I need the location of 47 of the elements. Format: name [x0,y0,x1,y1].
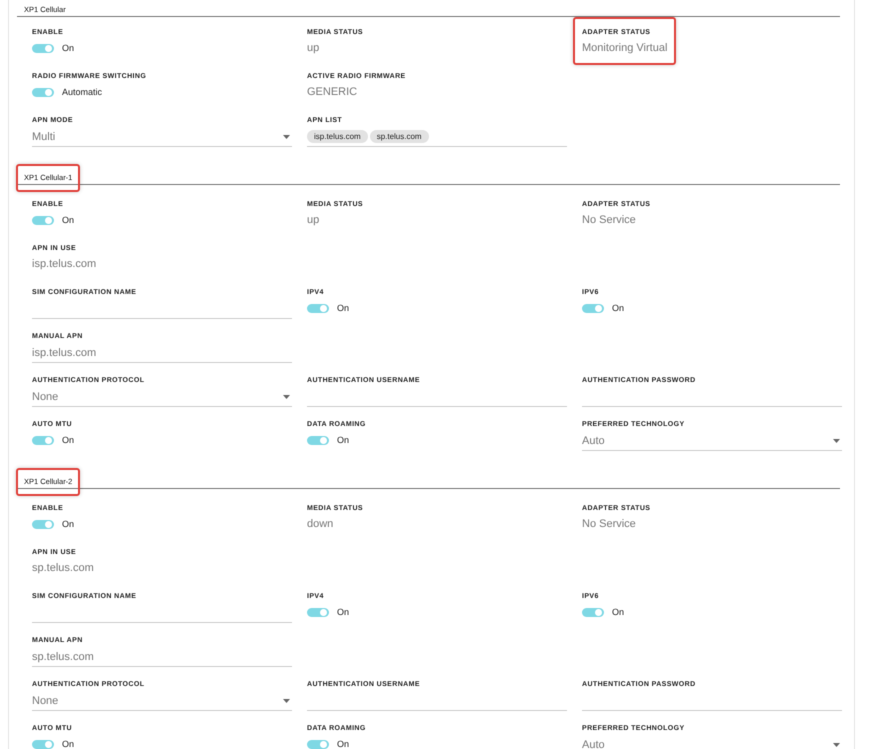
toggle-label: On [62,739,74,749]
toggle-switch[interactable] [32,44,54,52]
toggle-label: On [337,607,350,617]
status-value: sp.telus.com [32,562,95,574]
status-value: down [307,518,334,530]
caret-icon [833,438,840,442]
toggle-switch[interactable] [307,608,329,616]
apn-chip[interactable]: sp.telus.com [370,130,429,143]
toggle-label: On [62,519,74,529]
toggle-switch[interactable] [32,740,54,748]
toggle-switch[interactable] [582,608,604,616]
toggle-label: On [337,739,350,749]
select-field[interactable]: None [32,691,292,711]
status-value: up [307,42,320,54]
caret-icon [283,394,290,398]
toggle-switch[interactable] [32,520,54,528]
toggle-label: On [62,43,74,53]
toggle-switch[interactable] [307,304,329,312]
status-value: No Service [582,214,637,226]
status-value: GENERIC [307,86,358,98]
status-value: Monitoring Virtual [582,42,668,54]
status-value: No Service [582,518,637,530]
toggle-switch[interactable] [307,740,329,748]
toggle-switch[interactable] [582,304,604,312]
toggle-label: On [612,303,624,313]
caret-icon [283,134,290,138]
input-field[interactable]: isp.telus.com [32,343,292,363]
select-field[interactable]: Auto [582,431,842,451]
caret-icon [833,742,840,746]
toggle-switch[interactable] [32,436,54,444]
caret-icon [283,698,290,702]
status-value: isp.telus.com [32,258,98,270]
toggle-switch[interactable] [32,216,54,224]
toggle-label: Automatic [62,87,102,97]
toggle-switch[interactable] [32,88,54,96]
toggle-label: On [612,607,624,617]
select-field[interactable]: Multi [32,127,292,147]
select-field[interactable]: None [32,387,292,407]
status-value: up [307,214,320,226]
toggle-label: On [337,435,350,445]
toggle-label: On [337,303,350,313]
toggle-label: On [62,215,74,225]
input-field[interactable]: sp.telus.com [32,647,292,667]
toggle-label: On [62,435,74,445]
select-field[interactable]: Auto [582,735,842,749]
toggle-switch[interactable] [307,436,329,444]
apn-chip[interactable]: isp.telus.com [307,130,368,143]
